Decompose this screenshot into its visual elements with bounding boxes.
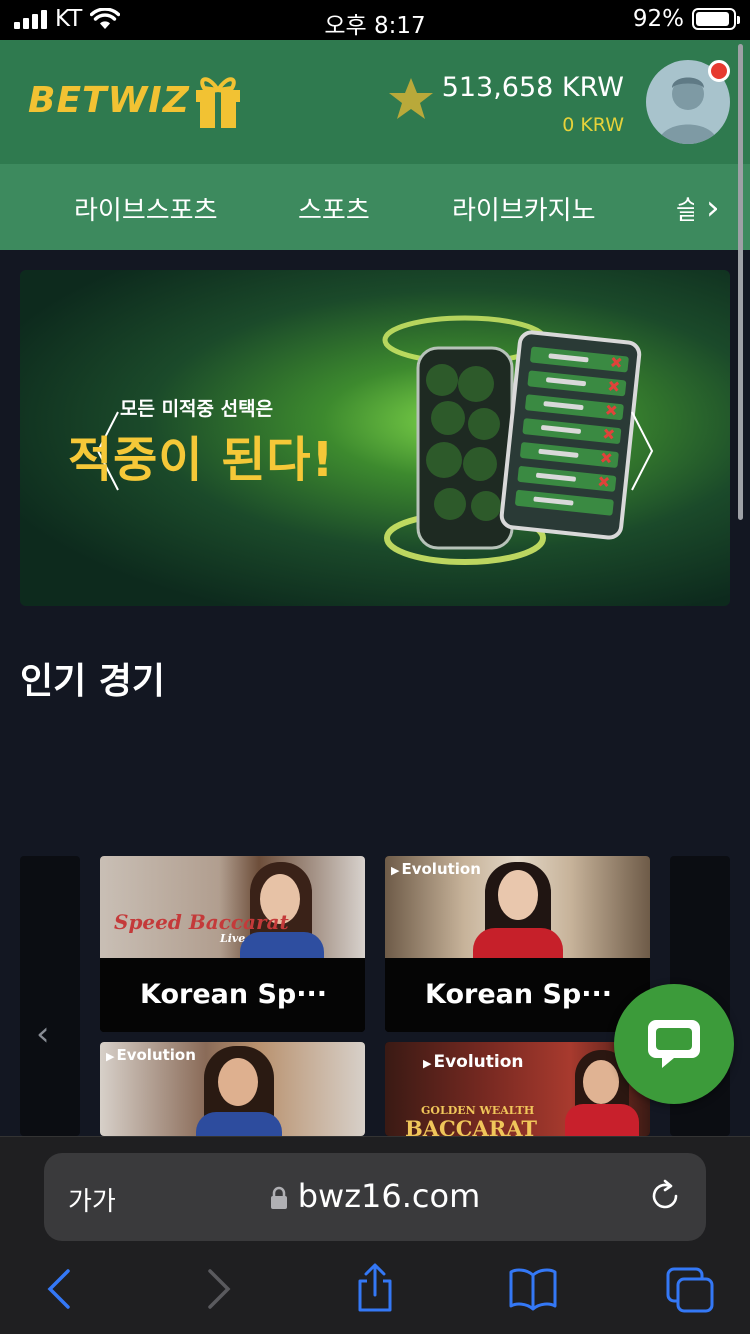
nav-item-slots[interactable]: 슬 [676, 190, 694, 227]
battery-icon [692, 8, 740, 30]
game-card[interactable]: Speed Baccarat Live Korean Sp··· [100, 856, 365, 1032]
promo-illustration [382, 315, 642, 565]
back-chevron-icon[interactable] [44, 1267, 72, 1311]
live-chat-button[interactable] [614, 984, 734, 1104]
game-card[interactable]: Evolution [100, 1042, 365, 1136]
category-nav: 라이브스포츠 스포츠 라이브카지노 슬 › [0, 164, 750, 250]
provider-logo: Evolution [391, 860, 480, 878]
thumb-title: Speed Baccarat [114, 910, 289, 934]
wallet-balance[interactable]: 513,658 KRW [442, 72, 624, 103]
nav-item-live-sports[interactable]: 라이브스포츠 [74, 190, 218, 227]
thumb-title: BACCARAT [405, 1116, 537, 1136]
game-thumbnail: Evolution GOLDEN WEALTH BACCARAT [385, 1042, 650, 1136]
provider-logo: Evolution [106, 1046, 195, 1064]
bonus-balance: 0 KRW [562, 114, 624, 136]
betwiz-logo[interactable]: BETWIZ [28, 80, 190, 121]
promo-banner[interactable]: 모든 미적중 선택은 적중이 된다! [20, 270, 730, 606]
nav-next-chevron-icon[interactable]: › [706, 188, 720, 228]
lock-icon [270, 1186, 287, 1209]
gift-icon[interactable] [194, 70, 242, 128]
tabs-icon[interactable] [666, 1267, 714, 1313]
game-title: Korean Sp··· [385, 958, 650, 1032]
chat-bubble-icon [648, 1020, 700, 1068]
forward-chevron-icon[interactable] [206, 1267, 234, 1311]
game-thumbnail: Speed Baccarat Live [100, 856, 365, 958]
browser-toolbar: 가가 bwz16.com [0, 1136, 750, 1334]
address-bar[interactable]: 가가 bwz16.com [44, 1153, 706, 1241]
battery-percent: 92% [632, 6, 684, 32]
nav-item-live-casino[interactable]: 라이브카지노 [452, 190, 596, 227]
url-text: bwz16.com [297, 1177, 481, 1215]
provider-logo: Evolution [423, 1052, 523, 1072]
banner-headline: 적중이 된다! [68, 432, 335, 488]
game-thumbnail: Evolution [100, 1042, 365, 1136]
banner-next-chevron-icon[interactable] [630, 410, 654, 492]
carousel-prev-chevron-icon[interactable]: ‹ [36, 1014, 50, 1054]
game-card[interactable]: Evolution Korean Sp··· [385, 856, 650, 1032]
url-display[interactable]: bwz16.com [44, 1177, 706, 1215]
share-icon[interactable] [354, 1263, 396, 1313]
game-thumbnail: Evolution [385, 856, 650, 958]
game-title: Korean Sp··· [100, 958, 365, 1032]
reload-icon[interactable] [648, 1179, 682, 1213]
page-scrollbar[interactable] [738, 44, 743, 520]
banner-subtitle: 모든 미적중 선택은 [120, 398, 274, 420]
status-bar: KT 오후 8:17 92% [0, 0, 750, 40]
star-icon[interactable] [388, 76, 434, 122]
nav-item-sports[interactable]: 스포츠 [298, 190, 370, 227]
bookmarks-icon[interactable] [508, 1267, 558, 1311]
site-header: BETWIZ 513,658 KRW 0 KRW [0, 40, 750, 164]
thumb-subtitle: Live [220, 932, 246, 945]
section-title-popular: 인기 경기 [20, 661, 166, 702]
notification-dot [708, 60, 730, 82]
game-card[interactable]: Evolution GOLDEN WEALTH BACCARAT [385, 1042, 650, 1136]
status-right: 92% [632, 6, 740, 32]
carousel-left-panel [20, 856, 80, 1136]
